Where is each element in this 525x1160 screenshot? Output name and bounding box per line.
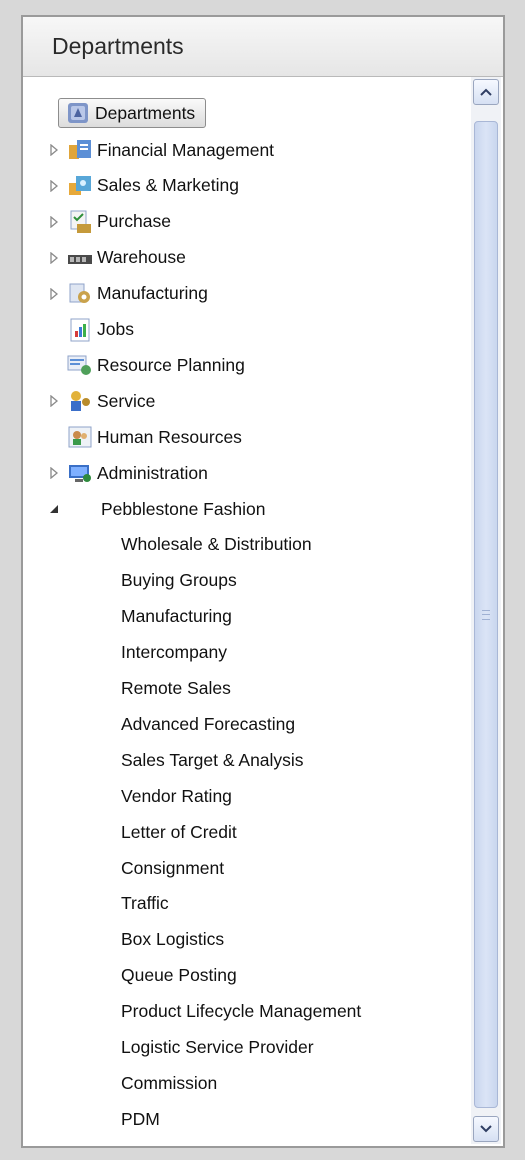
- expand-triangle-icon[interactable]: [47, 179, 61, 193]
- tree-subitem-label: Consignment: [121, 857, 225, 878]
- tree-subitem[interactable]: Traffic: [121, 888, 169, 920]
- tree-subitem[interactable]: PDM: [121, 1103, 160, 1135]
- service-icon: [67, 388, 93, 414]
- tree-subitem-label: Traffic: [121, 893, 169, 914]
- tree-item-label: Human Resources: [97, 426, 242, 447]
- panel-title: Departments: [52, 33, 184, 59]
- tree-item-purchase[interactable]: Purchase: [47, 206, 171, 238]
- tree-subitem-label: Sales Target & Analysis: [121, 749, 304, 770]
- tree-item-resource-planning[interactable]: Resource Planning: [47, 349, 245, 381]
- tree-subitem-label: Commission: [121, 1072, 218, 1093]
- expand-triangle-icon[interactable]: [47, 143, 61, 157]
- sales-marketing-icon: [67, 173, 93, 199]
- tree-item-warehouse[interactable]: Warehouse: [47, 242, 186, 274]
- tree-item-label: Manufacturing: [97, 283, 208, 304]
- tree-subitem-label: Queue Posting: [121, 965, 237, 986]
- tree-subitem[interactable]: Vendor Rating: [121, 780, 232, 812]
- tree-item-label: Sales & Marketing: [97, 175, 240, 196]
- tree-item-label: Resource Planning: [97, 354, 245, 375]
- tree-subitem[interactable]: Consignment: [121, 852, 224, 884]
- chevron-up-icon: [480, 88, 492, 96]
- tree-subitem-label: Buying Groups: [121, 570, 237, 591]
- tree-item-label: Purchase: [97, 211, 171, 232]
- tree-subitem[interactable]: Remote Sales: [121, 673, 231, 705]
- tree-item-jobs[interactable]: Jobs: [47, 314, 134, 346]
- tree-subitem[interactable]: Commission: [121, 1067, 217, 1099]
- tree-subitem[interactable]: Advanced Forecasting: [121, 708, 295, 740]
- tree-subitem-label: PDM: [121, 1108, 160, 1129]
- tree-item-label: Jobs: [97, 319, 134, 339]
- scroll-thumb[interactable]: [474, 121, 498, 1108]
- tree-item-label: Pebblestone Fashion: [101, 498, 266, 519]
- tree-root-label: Departments: [95, 102, 196, 123]
- jobs-icon: [67, 317, 93, 343]
- tree-subitem-label: Product Lifecycle Management: [121, 1001, 362, 1022]
- tree-subitem-label: Wholesale & Distribution: [121, 534, 312, 555]
- financial-management-icon: [67, 137, 93, 163]
- expand-triangle-icon[interactable]: [47, 287, 61, 301]
- tree-subitem-label: Advanced Forecasting: [121, 713, 296, 734]
- tree-item-human-resources[interactable]: Human Resources: [47, 421, 242, 453]
- tree-subitem[interactable]: Buying Groups: [121, 565, 237, 597]
- administration-icon: [67, 460, 93, 486]
- tree-subitem[interactable]: Queue Posting: [121, 960, 237, 992]
- purchase-icon: [67, 209, 93, 235]
- chevron-down-icon: [480, 1125, 492, 1133]
- warehouse-icon: [67, 245, 93, 271]
- tree-root-departments[interactable]: Departments: [58, 98, 207, 128]
- tree-subitem[interactable]: Wholesale & Distribution: [121, 529, 312, 561]
- expand-triangle-icon[interactable]: [47, 394, 61, 408]
- panel-header: Departments: [23, 17, 503, 77]
- manufacturing-icon: [67, 281, 93, 307]
- tree-item-label: Service: [97, 390, 156, 411]
- tree-subitem-label: Manufacturing: [121, 606, 232, 627]
- departments-icon: [65, 100, 91, 126]
- resource-planning-icon: [67, 352, 93, 378]
- tree-subitem-label: Corporate Wear: [121, 1145, 245, 1146]
- tree-item-financial-management[interactable]: Financial Management: [47, 134, 274, 166]
- tree-subitem[interactable]: Manufacturing: [121, 601, 232, 633]
- expand-triangle-icon[interactable]: [47, 251, 61, 265]
- tree-item-label: Warehouse: [97, 247, 186, 268]
- tree-item-pebblestone-fashion[interactable]: Pebblestone Fashion: [47, 493, 265, 525]
- tree-subitem-label: Logistic Service Provider: [121, 1037, 314, 1057]
- scroll-up-button[interactable]: [473, 79, 499, 105]
- window-frame: Departments Departments Financial Manage…: [0, 0, 525, 1160]
- expand-triangle-icon[interactable]: [47, 466, 61, 480]
- tree-subitem-label: Letter of Credit: [121, 821, 237, 842]
- tree-subitem[interactable]: Product Lifecycle Management: [121, 996, 361, 1028]
- tree-subitem-label: Vendor Rating: [121, 785, 232, 806]
- collapse-triangle-icon[interactable]: [47, 502, 61, 516]
- tree-subitem[interactable]: Box Logistics: [121, 924, 224, 956]
- departments-panel: Departments Departments Financial Manage…: [21, 15, 505, 1148]
- tree-subitem[interactable]: Sales Target & Analysis: [121, 744, 304, 776]
- expand-triangle-icon[interactable]: [47, 215, 61, 229]
- tree-item-service[interactable]: Service: [47, 385, 155, 417]
- department-tree: Departments Financial Management Sales & …: [23, 77, 468, 1146]
- tree-subitem-label: Intercompany: [121, 642, 228, 663]
- tree-subitem[interactable]: Letter of Credit: [121, 816, 237, 848]
- tree-subitem-label: Box Logistics: [121, 929, 225, 950]
- human-resources-icon: [67, 424, 93, 450]
- tree-item-administration[interactable]: Administration: [47, 457, 208, 489]
- tree-subitem[interactable]: Intercompany: [121, 637, 227, 669]
- tree-item-label: Administration: [97, 462, 208, 483]
- tree-subitem[interactable]: Corporate Wear: [121, 1139, 245, 1146]
- tree-subitem[interactable]: Logistic Service Provider: [121, 1032, 314, 1064]
- tree-item-sales-and-marketing[interactable]: Sales & Marketing: [47, 170, 239, 202]
- vertical-scrollbar[interactable]: [471, 77, 501, 1144]
- scroll-down-button[interactable]: [473, 1116, 499, 1142]
- tree-item-label: Financial Management: [97, 139, 275, 160]
- tree-item-manufacturing[interactable]: Manufacturing: [47, 278, 208, 310]
- tree-subitem-label: Remote Sales: [121, 678, 231, 698]
